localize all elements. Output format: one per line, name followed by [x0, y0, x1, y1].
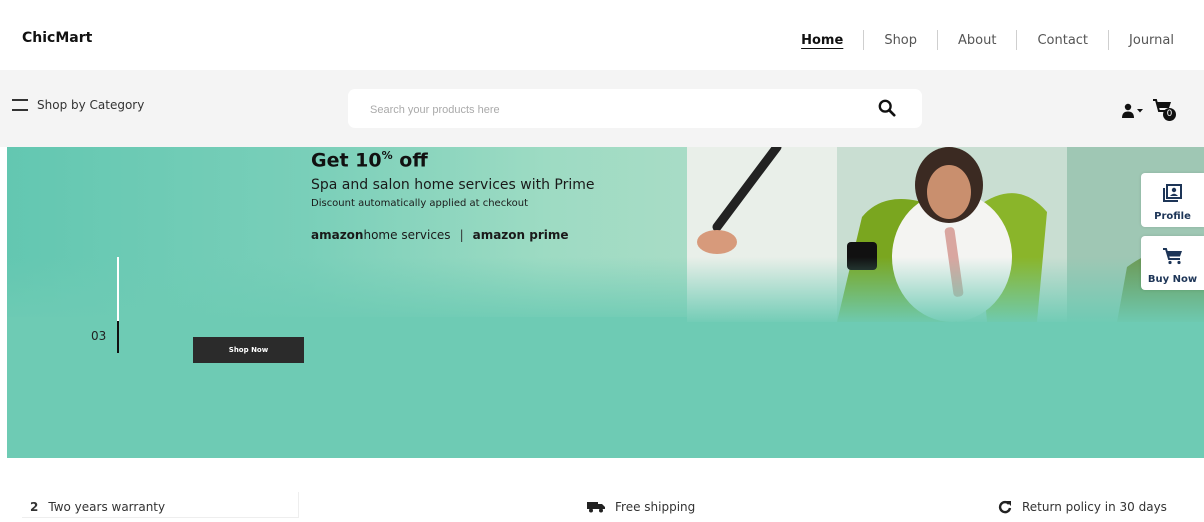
shop-now-button[interactable]: Shop Now	[193, 337, 304, 363]
profile-icon	[1162, 184, 1182, 202]
slide-indicator-active[interactable]	[117, 321, 119, 353]
nav-home[interactable]: Home	[781, 33, 863, 48]
hero-fade	[7, 257, 1204, 337]
buy-now-label: Buy Now	[1147, 274, 1198, 285]
search-bar	[348, 89, 922, 128]
slide-indicator-track	[117, 257, 119, 321]
feature-warranty-label: Two years warranty	[48, 500, 166, 514]
cart-count-badge: 0	[1163, 108, 1176, 121]
warranty-icon: 2	[30, 500, 39, 514]
promo-title-end: off	[392, 149, 428, 172]
brand-amazon-prime: amazon prime	[472, 228, 569, 242]
feature-shipping-label: Free shipping	[615, 500, 696, 514]
redo-icon	[998, 500, 1012, 514]
nav-contact[interactable]: Contact	[1017, 33, 1108, 48]
profile-button[interactable]: Profile	[1141, 173, 1204, 227]
shop-by-category-label: Shop by Category	[37, 98, 145, 112]
promo-title: Get 10% off	[311, 149, 428, 171]
category-search-bar: Shop by Category 0	[0, 70, 1204, 147]
promo-title-main: Get 10	[311, 149, 382, 172]
shopping-cart-icon	[1162, 248, 1182, 265]
user-icon[interactable]	[1122, 103, 1144, 119]
promo-subtitle: Spa and salon home services with Prime	[311, 177, 595, 193]
feature-returns: Return policy in 30 days	[998, 500, 1167, 514]
promo-title-sup: %	[381, 149, 393, 162]
feature-warranty: 2 Two years warranty	[30, 500, 165, 514]
brand-separator: |	[459, 228, 464, 242]
feature-returns-label: Return policy in 30 days	[1022, 500, 1167, 514]
profile-label: Profile	[1154, 211, 1191, 222]
brand-amazon: amazon	[311, 228, 364, 242]
search-icon[interactable]	[878, 99, 896, 117]
brand-logo[interactable]: ChicMart	[22, 30, 92, 46]
nav-shop[interactable]: Shop	[864, 33, 937, 48]
brand-home-services: home services	[363, 228, 451, 242]
cart-button[interactable]: 0	[1152, 98, 1182, 126]
nav-journal[interactable]: Journal	[1109, 33, 1204, 48]
truck-icon	[587, 502, 605, 513]
buy-now-button[interactable]: Buy Now	[1141, 236, 1204, 290]
hero-banner: Get 10% off Spa and salon home services …	[7, 147, 1204, 458]
promo-note: Discount automatically applied at checko…	[311, 198, 529, 209]
nav-about[interactable]: About	[938, 33, 1016, 48]
search-input[interactable]	[368, 99, 852, 121]
feature-shipping: Free shipping	[587, 500, 695, 514]
menu-icon	[12, 99, 28, 111]
main-nav: Home Shop About Contact Journal	[781, 22, 1204, 58]
slide-number: 03	[91, 329, 107, 343]
features-row: 2 Two years warranty Free shipping Retur…	[0, 492, 1204, 522]
promo-brands: amazon home services | amazon prime	[311, 228, 569, 242]
shop-by-category-button[interactable]: Shop by Category	[12, 98, 144, 112]
top-navbar: ChicMart Home Shop About Contact Journal	[0, 0, 1204, 74]
